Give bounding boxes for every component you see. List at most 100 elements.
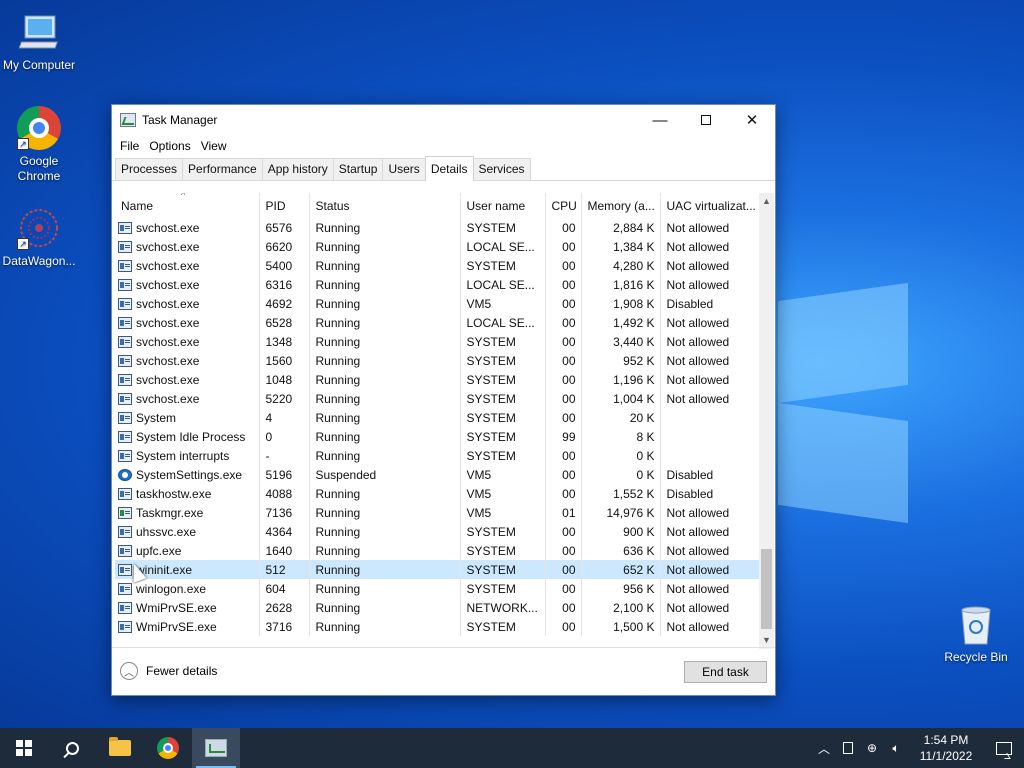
scrollbar-thumb[interactable] xyxy=(761,549,772,629)
volume-button[interactable]: 🔈︎ xyxy=(884,728,908,768)
taskbar-chrome[interactable] xyxy=(144,728,192,768)
process-window-icon xyxy=(118,430,132,443)
menu-bar: File Options View xyxy=(112,135,775,157)
table-row[interactable]: WmiPrvSE.exe 2628 Running NETWORK... 00 2,100… xyxy=(115,598,761,617)
cell-uac: Disabled xyxy=(660,465,761,484)
scroll-up-arrow-icon[interactable]: ▲ xyxy=(759,193,774,210)
maximize-button[interactable] xyxy=(683,105,729,135)
desktop-icon-my-computer[interactable]: My Computer xyxy=(0,10,78,73)
table-row[interactable]: svchost.exe 6620 Running LOCAL SE... 00 1,384… xyxy=(115,237,761,256)
tab-startup[interactable]: Startup xyxy=(332,158,384,180)
taskbar-task-manager[interactable] xyxy=(192,728,240,768)
column-header-status[interactable]: Status xyxy=(309,193,461,218)
title-bar[interactable]: Task Manager — ✕ xyxy=(112,105,775,135)
close-button[interactable]: ✕ xyxy=(729,105,775,135)
tray-app-button[interactable] xyxy=(836,728,860,768)
tab-users[interactable]: Users xyxy=(382,158,426,180)
cell-user: SYSTEM xyxy=(460,446,546,465)
cell-mem: 1,552 K xyxy=(581,484,661,503)
table-row[interactable]: uhssvc.exe 4364 Running SYSTEM 00 900 K Not al… xyxy=(115,522,761,541)
cell-pid: 1560 xyxy=(259,351,310,370)
table-row[interactable]: svchost.exe 6528 Running LOCAL SE... 00 1,492… xyxy=(115,313,761,332)
table-row[interactable]: svchost.exe 5220 Running SYSTEM 00 1,004 K Not… xyxy=(115,389,761,408)
cell-user: SYSTEM xyxy=(460,389,546,408)
speaker-icon: 🔈︎ xyxy=(892,740,900,755)
table-row[interactable]: svchost.exe 6316 Running LOCAL SE... 00 1,816… xyxy=(115,275,761,294)
shortcut-arrow-icon: ↗ xyxy=(17,238,29,250)
notification-icon xyxy=(996,741,1012,755)
tab-processes[interactable]: Processes xyxy=(115,158,184,180)
action-center-button[interactable] xyxy=(984,728,1024,768)
table-row[interactable]: svchost.exe 4692 Running VM5 00 1,908 K Disabl… xyxy=(115,294,761,313)
cell-name: Taskmgr.exe xyxy=(115,503,260,522)
cell-mem: 14,976 K xyxy=(581,503,661,522)
table-row[interactable]: SystemSettings.exe 5196 Suspended VM5 00 0 KD… xyxy=(115,465,761,484)
table-row[interactable]: System 4 Running SYSTEM 00 20 K xyxy=(115,408,761,427)
cell-mem: 652 K xyxy=(581,560,661,579)
vertical-scrollbar[interactable]: ▲ ▼ xyxy=(759,193,774,649)
table-row[interactable]: wininit.exe 512 Running SYSTEM 00 652 K Not al… xyxy=(115,560,761,579)
column-header-pid[interactable]: PID xyxy=(259,193,310,218)
show-hidden-icons-button[interactable]: ︿ xyxy=(812,728,836,768)
cell-cpu: 99 xyxy=(545,427,582,446)
column-header-uac[interactable]: UAC virtualizat... xyxy=(660,193,761,218)
tab-details[interactable]: Details xyxy=(424,156,474,181)
tab-services[interactable]: Services xyxy=(472,158,531,180)
cell-cpu: 00 xyxy=(545,389,582,408)
cell-user: NETWORK... xyxy=(460,598,546,617)
tab-app-history[interactable]: App history xyxy=(261,158,334,180)
cell-uac: Not allowed xyxy=(660,503,761,522)
cell-uac: Not allowed xyxy=(660,351,761,370)
cell-user: VM5 xyxy=(460,503,546,522)
cell-name: System Idle Process xyxy=(115,427,260,446)
chrome-icon xyxy=(157,737,179,759)
cell-status: Running xyxy=(309,313,461,332)
menu-file[interactable]: File xyxy=(116,139,145,153)
process-window-icon xyxy=(118,373,132,386)
cell-uac: Not allowed xyxy=(660,560,761,579)
menu-options[interactable]: Options xyxy=(145,139,196,153)
menu-view[interactable]: View xyxy=(197,139,233,153)
column-header-user-name[interactable]: User name xyxy=(460,193,546,218)
cell-status: Running xyxy=(309,370,461,389)
process-window-icon xyxy=(118,620,132,633)
minimize-button[interactable]: — xyxy=(637,105,683,135)
chrome-icon: ↗ xyxy=(17,106,61,150)
table-row[interactable]: System interrupts - Running SYSTEM 00 0 K xyxy=(115,446,761,465)
cell-pid: 2628 xyxy=(259,598,310,617)
column-header-name[interactable]: ^ Name xyxy=(115,193,260,218)
column-header-memory[interactable]: Memory (a... xyxy=(581,193,661,218)
cell-mem: 8 K xyxy=(581,427,661,446)
table-row[interactable]: svchost.exe 1048 Running SYSTEM 00 1,196 K Not… xyxy=(115,370,761,389)
clock[interactable]: 1:54 PM 11/1/2022 xyxy=(908,732,984,764)
table-row[interactable]: svchost.exe 1560 Running SYSTEM 00 952 K Not a… xyxy=(115,351,761,370)
desktop-icon-datawagon[interactable]: ↗ DataWagon... xyxy=(0,206,78,269)
table-row[interactable]: upfc.exe 1640 Running SYSTEM 00 636 K Not allo… xyxy=(115,541,761,560)
taskbar-file-explorer[interactable] xyxy=(96,728,144,768)
cell-status: Running xyxy=(309,560,461,579)
cell-name: svchost.exe xyxy=(115,256,260,275)
network-button[interactable]: ⊕ xyxy=(860,728,884,768)
tab-performance[interactable]: Performance xyxy=(182,158,263,180)
column-header-cpu[interactable]: CPU xyxy=(545,193,582,218)
table-row[interactable]: svchost.exe 1348 Running SYSTEM 00 3,440 K Not… xyxy=(115,332,761,351)
desktop-icon-google-chrome[interactable]: ↗ Google Chrome xyxy=(0,106,78,184)
table-row[interactable]: svchost.exe 6576 Running SYSTEM 00 2,884 K Not… xyxy=(115,218,761,237)
table-row[interactable]: taskhostw.exe 4088 Running VM5 00 1,552 K Disa… xyxy=(115,484,761,503)
process-window-icon xyxy=(118,601,132,614)
table-row[interactable]: Taskmgr.exe 7136 Running VM5 01 14,976 K Not a… xyxy=(115,503,761,522)
desktop-icon-recycle-bin[interactable]: Recycle Bin xyxy=(936,602,1016,665)
tablet-icon xyxy=(843,742,853,754)
search-button[interactable] xyxy=(48,728,96,768)
table-row[interactable]: System Idle Process 0 Running SYSTEM 99 8 K xyxy=(115,427,761,446)
table-row[interactable]: WmiPrvSE.exe 3716 Running SYSTEM 00 1,500 K No… xyxy=(115,617,761,636)
start-button[interactable] xyxy=(0,728,48,768)
cell-user: VM5 xyxy=(460,484,546,503)
cell-pid: 4364 xyxy=(259,522,310,541)
table-row[interactable]: winlogon.exe 604 Running SYSTEM 00 956 K Not a… xyxy=(115,579,761,598)
fewer-details-button[interactable]: ︿ Fewer details xyxy=(120,662,217,680)
table-row[interactable]: svchost.exe 5400 Running SYSTEM 00 4,280 K Not… xyxy=(115,256,761,275)
end-task-button[interactable]: End task xyxy=(684,661,767,683)
cell-mem: 4,280 K xyxy=(581,256,661,275)
cell-uac: Not allowed xyxy=(660,332,761,351)
